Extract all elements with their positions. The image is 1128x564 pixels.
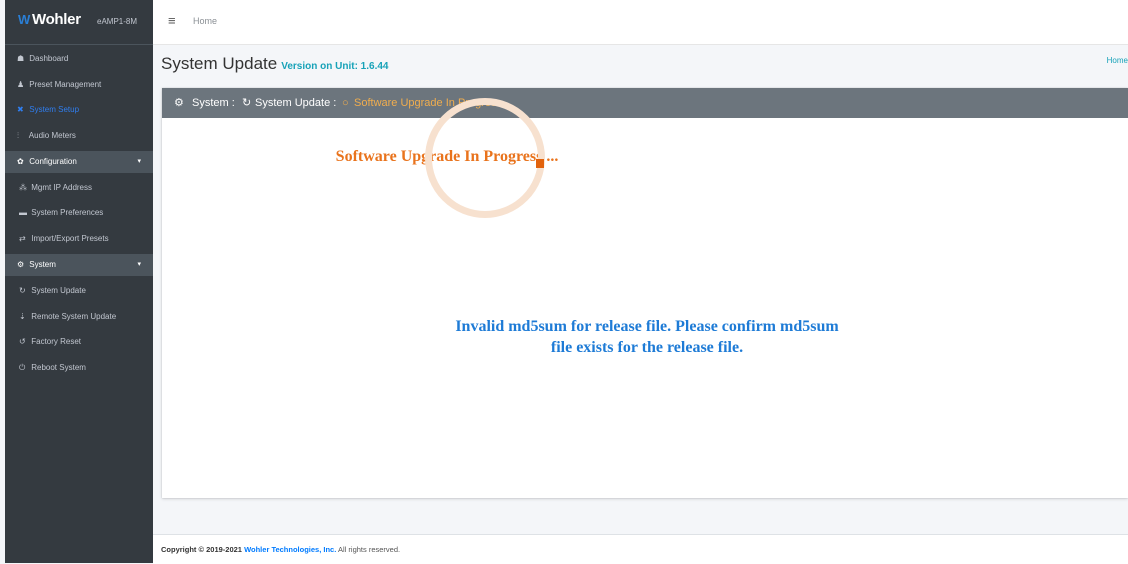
sidebar-item-preset-management[interactable]: ♟ Preset Management: [5, 72, 153, 98]
chevron-down-icon: ▾: [137, 157, 141, 165]
sidebar-item-system-update[interactable]: ↻ System Update: [5, 278, 153, 304]
crumb-system-update: System Update :: [255, 97, 337, 109]
spinner-icon: ○: [342, 97, 349, 109]
breadcrumb-home-link[interactable]: Home: [1107, 56, 1128, 65]
progress-spinner: [425, 98, 545, 218]
sidebar-item-reboot-system[interactable]: ⏻ Reboot System: [5, 355, 153, 381]
sidebar-item-label: System Setup: [29, 105, 80, 115]
wohler-logo-icon: W: [18, 12, 30, 27]
undo-icon: ↺: [19, 337, 26, 347]
content-header: System Update Version on Unit: 1.6.44 Hom…: [153, 44, 1128, 84]
copyright-text: Copyright © 2019-2021: [161, 545, 242, 554]
cogs-icon: ⚙: [17, 259, 25, 269]
menu-icon[interactable]: ≡: [168, 13, 176, 28]
brand-logo[interactable]: W Wohler: [18, 11, 81, 28]
sidebar-item-system-preferences[interactable]: ▬ System Preferences: [5, 200, 153, 226]
sidebar-item-label: Audio Meters: [28, 131, 76, 141]
company-link[interactable]: Wohler Technologies, Inc.: [244, 545, 336, 554]
sidebar-item-label: System Update: [31, 285, 86, 295]
crumb-system: System :: [192, 97, 235, 109]
page-title: System Update Version on Unit: 1.6.44: [161, 54, 389, 73]
chevron-down-icon: ▾: [137, 260, 141, 268]
exchange-icon: ⇄: [19, 234, 26, 244]
sidebar-item-label: Remote System Update: [31, 311, 117, 321]
top-navbar: ≡ Home: [153, 0, 1128, 45]
users-icon: ♟: [17, 79, 25, 89]
bar-chart-icon: ⫶: [17, 131, 19, 141]
sidebar-item-mgmt-ip-address[interactable]: ⁂ Mgmt IP Address: [5, 175, 153, 201]
power-icon: ⏻: [19, 362, 26, 372]
sidebar-item-system-setup[interactable]: ✖ System Setup: [5, 97, 153, 123]
sidebar-item-label: Preset Management: [29, 79, 102, 89]
error-message-line-1: Invalid md5sum for release file. Please …: [455, 318, 839, 335]
sidebar-group-system[interactable]: ⚙ System ▾: [5, 253, 153, 276]
remote-icon: ⇣: [19, 311, 26, 321]
sidebar-group-configuration[interactable]: ✿ Configuration ▾: [5, 150, 153, 173]
network-icon: ⁂: [19, 182, 27, 192]
unit-version: Version on Unit: 1.6.44: [281, 61, 389, 72]
sidebar: W Wohler eAMP1-8M ☗ Dashboard ♟ Preset Ma…: [5, 0, 153, 563]
gear-icon: ✿: [17, 156, 24, 166]
sidebar-item-label: Mgmt IP Address: [31, 182, 92, 192]
brand-area: W Wohler eAMP1-8M: [5, 0, 153, 45]
sidebar-item-label: Configuration: [29, 156, 77, 166]
sidebar-item-import-export-presets[interactable]: ⇄ Import/Export Presets: [5, 226, 153, 252]
topbar-home-link[interactable]: Home: [193, 16, 217, 26]
footer: Copyright © 2019-2021 Wohler Technologie…: [153, 534, 1128, 564]
cogs-icon: ⚙: [174, 97, 184, 109]
sidebar-item-label: Import/Export Presets: [31, 234, 109, 244]
unit-name: eAMP1-8M: [97, 17, 138, 26]
error-message: Invalid md5sum for release file. Please …: [162, 316, 1128, 358]
sidebar-item-factory-reset[interactable]: ↺ Factory Reset: [5, 329, 153, 355]
sidebar-nav: ☗ Dashboard ♟ Preset Management ✖ System…: [5, 46, 153, 381]
spinner-indicator: [536, 159, 544, 168]
sidebar-item-label: Reboot System: [31, 362, 86, 372]
sync-icon: ↻: [242, 97, 252, 109]
tools-icon: ✖: [17, 105, 24, 115]
sidebar-item-label: System: [29, 259, 56, 269]
sidebar-item-label: Dashboard: [29, 54, 69, 63]
sync-icon: ↻: [19, 285, 26, 295]
sidebar-item-audio-meters[interactable]: ⫶ Audio Meters: [5, 123, 153, 149]
card-header-breadcrumb: ⚙ System : ↻ System Update : ○ Software …: [162, 88, 1128, 118]
preferences-icon: ▬: [19, 208, 27, 218]
sidebar-item-dashboard[interactable]: ☗ Dashboard: [5, 46, 153, 72]
sidebar-item-label: System Preferences: [31, 208, 104, 218]
sidebar-item-remote-system-update[interactable]: ⇣ Remote System Update: [5, 304, 153, 330]
sidebar-item-label: Factory Reset: [31, 337, 82, 347]
rights-text: All rights reserved.: [337, 545, 401, 554]
update-card: ⚙ System : ↻ System Update : ○ Software …: [162, 88, 1128, 498]
error-message-line-2: file exists for the release file.: [550, 339, 744, 356]
dashboard-icon: ☗: [17, 54, 25, 63]
